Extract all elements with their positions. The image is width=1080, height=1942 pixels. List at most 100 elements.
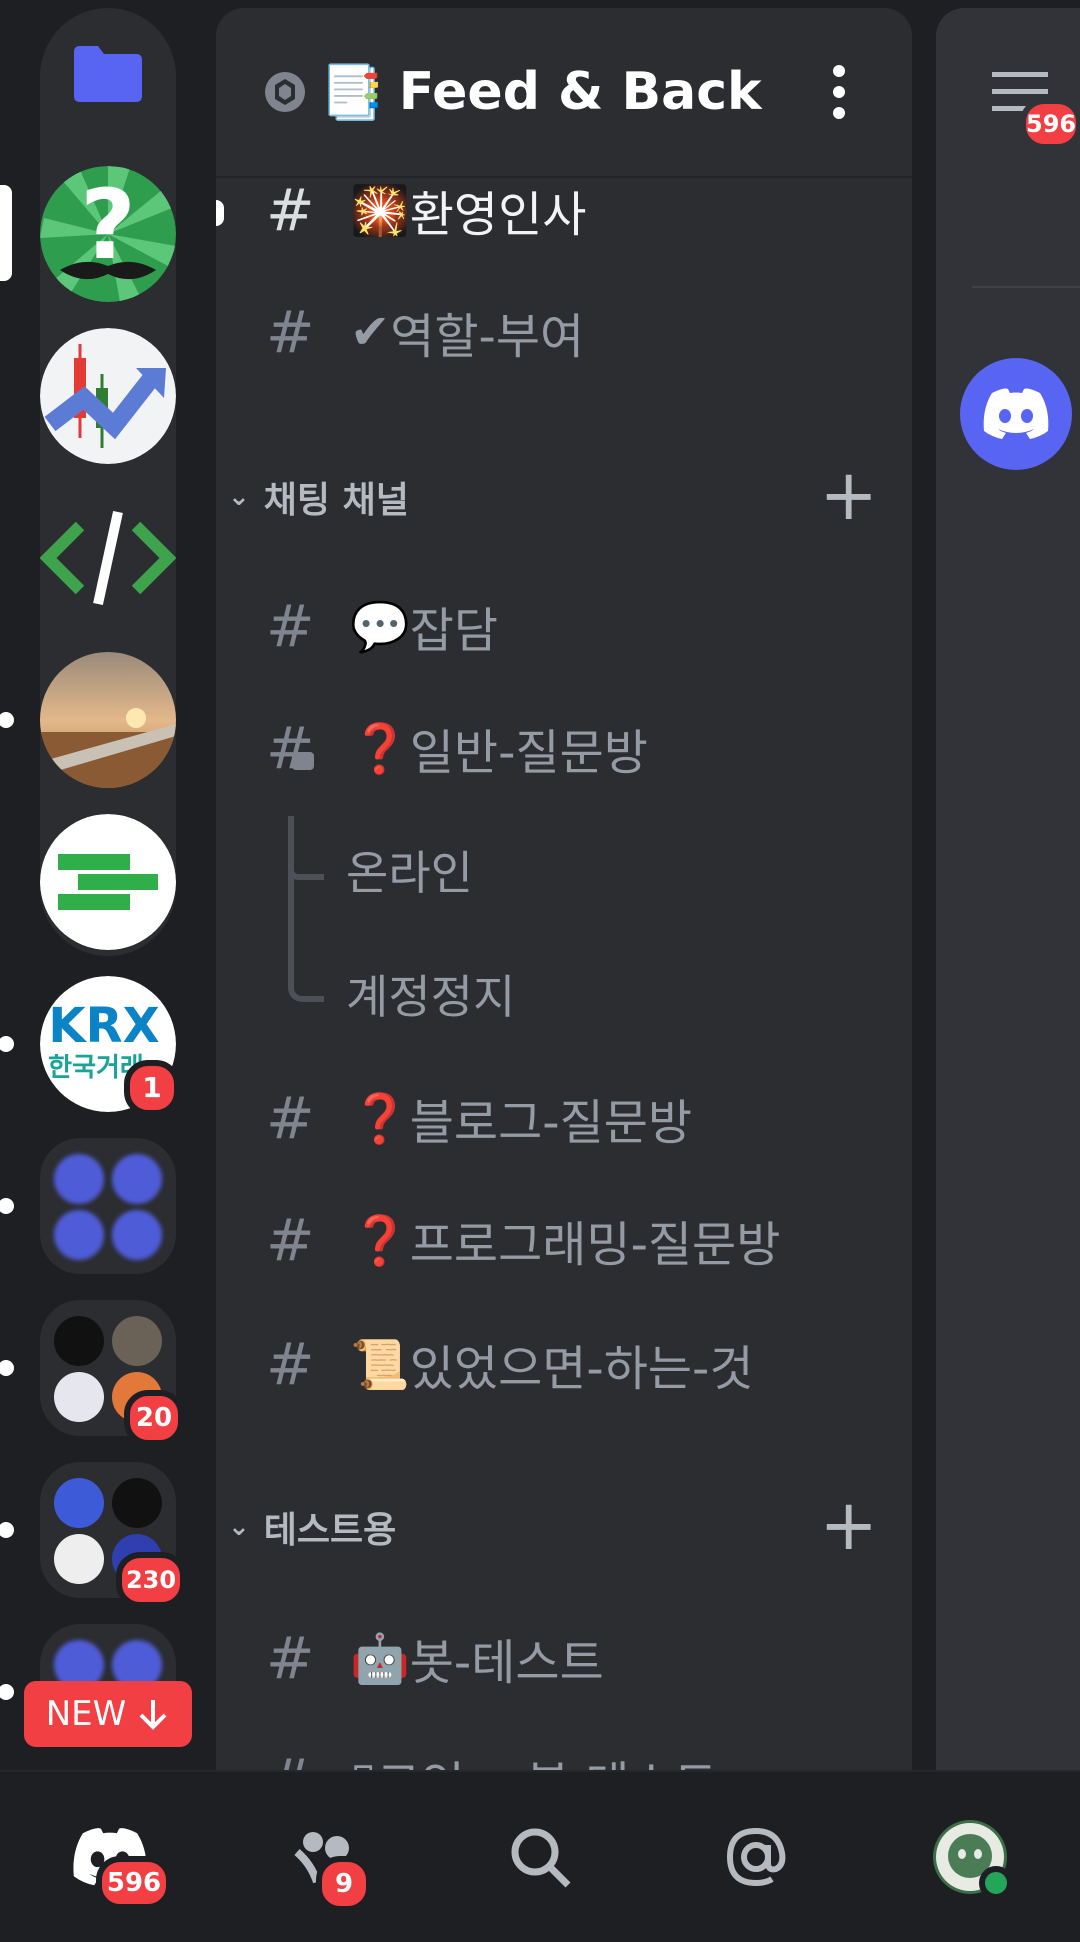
server-name-emoji: 📑 (320, 62, 385, 123)
threads-channel-icon: # (266, 714, 315, 782)
chevron-down-icon: ⌄ (228, 1512, 250, 1542)
channel-name: 봇-테스트 (409, 1635, 604, 1691)
channel-name: 잡담 (409, 603, 499, 659)
channel-emoji: 🎇 (350, 182, 410, 239)
channel-name: 일반-질문방 (409, 725, 648, 781)
arrow-down-icon (139, 1700, 167, 1730)
category-label: 채팅 채널 (263, 480, 409, 521)
chevron-down-icon: ⌄ (228, 482, 250, 512)
thread-item[interactable]: 온라인 (346, 820, 473, 920)
online-status-indicator (979, 1866, 1013, 1900)
members-badge: 596 (1020, 98, 1080, 150)
text-channel-icon: # (266, 1624, 315, 1692)
server-name: Feed & Back (398, 62, 762, 122)
folder-server-thumb (54, 1154, 104, 1204)
channel-name: 블로그-질문방 (409, 1095, 693, 1151)
channel-item[interactable]: # 🤖 봇-테스트 (266, 1608, 604, 1708)
channel-item[interactable]: # 💬 잡담 (266, 576, 498, 676)
thread-connector (288, 868, 324, 1002)
avatar-icon (933, 1820, 1013, 1900)
folder-icon[interactable] (72, 44, 144, 104)
channel-name: 환영인사 (409, 187, 587, 243)
unread-indicator (0, 712, 14, 728)
home-badge: 596 (96, 1856, 172, 1910)
nav-mentions[interactable] (696, 1802, 816, 1912)
folder-server-thumb (54, 1478, 104, 1528)
channel-emoji: ❓ (350, 720, 410, 777)
at-icon (726, 1827, 786, 1887)
text-channel-icon: # (266, 592, 315, 660)
channel-item[interactable]: # ❓ 일반-질문방 (266, 698, 648, 798)
header-divider (972, 286, 1080, 288)
category-label: 테스트용 (263, 1510, 397, 1551)
nav-search[interactable] (480, 1802, 600, 1912)
server-question-icon[interactable]: ? (40, 166, 176, 302)
folder-mention-badge: 230 (116, 1552, 186, 1608)
server-header[interactable]: 📑 Feed & Back (216, 8, 912, 178)
chat-preview-strip[interactable]: 596 (936, 8, 1080, 1770)
folder-server-thumb (112, 1154, 162, 1204)
server-pipeline-icon[interactable] (40, 652, 176, 788)
unread-indicator (216, 200, 224, 226)
selected-server-indicator (0, 185, 12, 281)
friends-badge: 9 (316, 1856, 372, 1912)
discord-avatar[interactable] (960, 358, 1072, 470)
channel-item[interactable]: # ❓ 프로그래밍-질문방 (266, 1190, 780, 1290)
server-folder-collapsed[interactable] (40, 1138, 176, 1274)
discord-logo-icon (983, 388, 1049, 439)
server-rail: ? KRX 한국거래 1 20 230 NEW (0, 0, 210, 1770)
svg-text:KRX: KRX (48, 998, 159, 1054)
text-channel-icon: # (266, 1330, 315, 1398)
category-header[interactable]: ⌄ 테스트용 + (228, 1484, 908, 1566)
server-code-icon[interactable] (40, 490, 176, 626)
server-stock-chart-icon[interactable] (40, 328, 176, 464)
channel-emoji: ▯ (350, 1752, 376, 1770)
channel-name: 역할-부여 (390, 309, 585, 365)
add-channel-icon[interactable]: + (819, 454, 878, 536)
category-header[interactable]: ⌄ 채팅 채널 + (228, 454, 908, 536)
unread-indicator (0, 1522, 14, 1538)
unread-indicator (0, 1198, 14, 1214)
krx-mention-badge: 1 (124, 1060, 180, 1116)
text-channel-icon: # (266, 1084, 315, 1152)
unread-indicator (0, 1684, 14, 1700)
channel-emoji: 📜 (350, 1336, 410, 1393)
channel-emoji: ✔ (350, 304, 391, 360)
channel-name: 프로그래밍-질문방 (409, 1217, 781, 1273)
channel-emoji: 💬 (350, 598, 410, 655)
text-channel-icon: # (266, 1746, 350, 1770)
text-channel-icon: # (266, 176, 315, 244)
channel-emoji: 🤖 (350, 1630, 410, 1687)
new-unreads-button[interactable]: NEW (24, 1681, 192, 1747)
channel-item[interactable]: # 🎇 환영인사 (266, 160, 586, 260)
channel-emoji: ❓ (350, 1090, 410, 1147)
search-icon (511, 1828, 571, 1888)
unread-indicator (0, 1360, 14, 1376)
channel-item[interactable]: # 📜 있었으면-하는-것 (266, 1314, 754, 1414)
text-channel-icon: # (266, 298, 315, 366)
folder-server-thumb (54, 1534, 104, 1584)
server-green-bars-icon[interactable] (40, 814, 176, 950)
channel-list-panel: 📑 Feed & Back # 🎇 환영인사 # ✔ 역할-부여 ⌄ 채팅 채널… (216, 8, 912, 1770)
channel-item[interactable]: # ✔ 역할-부여 (266, 282, 584, 382)
nav-profile[interactable] (910, 1802, 1030, 1912)
folder-server-thumb (112, 1478, 162, 1528)
gear-icon[interactable] (262, 69, 308, 115)
text-channel-icon: # (266, 1206, 315, 1274)
channel-name: 있었으면-하는-것 (409, 1341, 754, 1397)
thread-item[interactable]: 계정정지 (346, 944, 515, 1044)
channel-item[interactable]: # ❓ 블로그-질문방 (266, 1068, 692, 1168)
folder-server-thumb (112, 1316, 162, 1366)
channel-emoji: ❓ (350, 1212, 410, 1269)
bottom-navigation: 596 9 (0, 1770, 1080, 1942)
folder-server-thumb (112, 1210, 162, 1260)
channel-name: 코인 · ̣ 봇 테스트 (376, 1745, 717, 1770)
folder-server-thumb (54, 1316, 104, 1366)
unread-indicator (0, 1036, 14, 1052)
channel-item[interactable]: # ▯ 코인 · ̣ 봇 테스트 (266, 1730, 718, 1770)
add-channel-icon[interactable]: + (819, 1484, 878, 1566)
folder-mention-badge: 20 (124, 1390, 184, 1446)
folder-server-thumb (54, 1372, 104, 1422)
folder-server-thumb (54, 1210, 104, 1260)
vertical-dots-icon[interactable] (832, 64, 846, 120)
